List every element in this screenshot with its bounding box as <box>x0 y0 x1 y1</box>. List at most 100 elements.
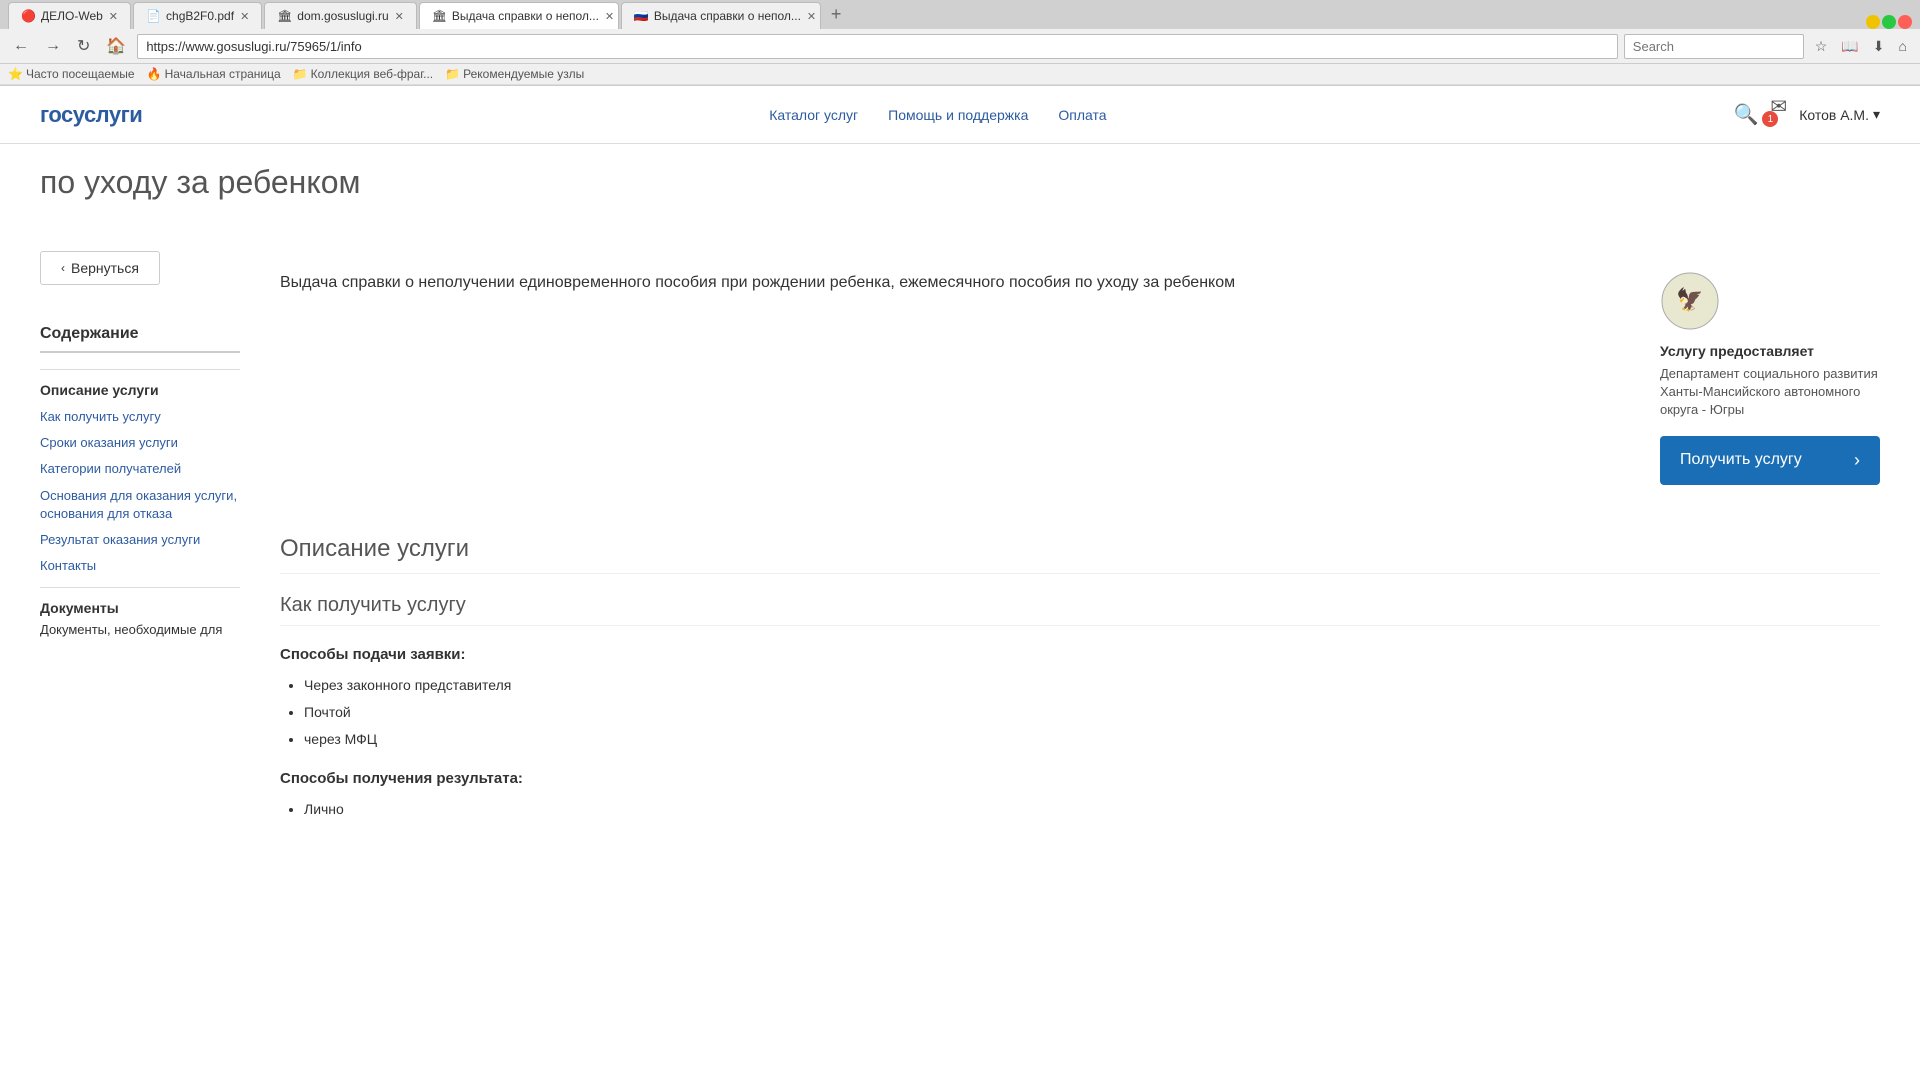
tab-close-1[interactable]: ✕ <box>109 10 118 23</box>
browser-toolbar: ← → ↻ 🏠 ☆ 📖 ⬇ ⌂ <box>0 29 1920 64</box>
svg-text:🦅: 🦅 <box>1676 286 1703 312</box>
main-content-area: Описание услуги Как получить услугу Спос… <box>280 535 1880 820</box>
bookmark-frequent[interactable]: ⭐ Часто посещаемые <box>8 67 135 81</box>
bookmark-collection-icon: 📁 <box>293 67 308 81</box>
bookmark-home[interactable]: 🔥 Начальная страница <box>147 67 281 81</box>
close-button[interactable] <box>1898 15 1912 29</box>
website: госуслуги Каталог услуг Помощь и поддерж… <box>0 86 1920 840</box>
docs-title: Документы <box>40 600 240 616</box>
site-header: госуслуги Каталог услуг Помощь и поддерж… <box>0 86 1920 144</box>
bookmark-home-icon: 🔥 <box>147 67 162 81</box>
nav-link-item: Контакты <box>40 557 240 575</box>
forward-nav-button[interactable]: → <box>40 34 66 58</box>
tab-label-1: ДЕЛО-Web <box>41 9 103 23</box>
site-nav: Каталог услуг Помощь и поддержка Оплата <box>182 107 1693 123</box>
tab-label-2: chgB2F0.pdf <box>166 9 234 23</box>
tab-favicon-5: 🇷🇺 <box>634 9 648 23</box>
left-sidebar: ‹ Вернуться Содержание Описание услуги К… <box>40 251 240 840</box>
content-nav-links: Как получить услугу Сроки оказания услуг… <box>40 408 240 575</box>
tab-close-4[interactable]: ✕ <box>605 10 614 23</box>
downloads-icon[interactable]: ⬇ <box>1868 35 1890 58</box>
get-service-button[interactable]: Получить услугу › <box>1660 436 1880 485</box>
list-item: Лично <box>304 799 1880 820</box>
content-nav-title: Содержание <box>40 325 240 353</box>
reading-list-icon[interactable]: 📖 <box>1836 35 1863 58</box>
bookmark-recommended[interactable]: 📁 Рекомендуемые узлы <box>445 67 584 81</box>
tab-close-3[interactable]: ✕ <box>395 10 404 23</box>
header-right: 🔍 ✉ 1 Котов А.М. ▾ <box>1734 94 1880 135</box>
nav-link-contacts[interactable]: Контакты <box>40 557 240 575</box>
tab-gosuslugi-ru[interactable]: 🇷🇺 Выдача справки о непол... ✕ <box>621 2 821 29</box>
user-menu-chevron-icon: ▾ <box>1873 106 1880 123</box>
window-controls <box>1866 15 1912 29</box>
tab-label-4: Выдача справки о непол... <box>452 9 599 23</box>
user-name: Котов А.М. <box>1799 107 1869 123</box>
tab-favicon-2: 📄 <box>146 9 160 23</box>
page-content: Выдача справки о неполучении единовремен… <box>280 251 1880 840</box>
nav-catalog[interactable]: Каталог услуг <box>769 107 858 123</box>
provider-name: Департамент социального развития Ханты-М… <box>1660 365 1880 420</box>
nav-link-categories[interactable]: Категории получателей <box>40 460 240 478</box>
submission-methods-list: Через законного представителя Почтой чер… <box>280 675 1880 750</box>
bookmarks-star-icon[interactable]: ☆ <box>1810 35 1833 58</box>
search-icon[interactable]: 🔍 <box>1734 102 1759 127</box>
home-button[interactable]: 🏠 <box>101 33 131 59</box>
nav-payment[interactable]: Оплата <box>1058 107 1106 123</box>
tab-label-3: dom.gosuslugi.ru <box>297 9 388 23</box>
nav-link-result[interactable]: Результат оказания услуги <box>40 531 240 549</box>
page-hero: по уходу за ребенком <box>0 144 1920 251</box>
browser-chrome: 🔴 ДЕЛО-Web ✕ 📄 chgB2F0.pdf ✕ 🏛 dom.gosus… <box>0 0 1920 86</box>
new-tab-button[interactable]: + <box>823 0 850 29</box>
notification-badge: 1 <box>1762 111 1778 127</box>
content-nav-section: Описание услуги <box>40 382 240 398</box>
back-button[interactable]: ‹ Вернуться <box>40 251 160 285</box>
nav-link-item: Основания для оказания услуги, основания… <box>40 487 240 523</box>
page-hero-title: по уходу за ребенком <box>40 164 1880 201</box>
search-bar[interactable] <box>1624 34 1804 59</box>
bookmarks-bar: ⭐ Часто посещаемые 🔥 Начальная страница … <box>0 64 1920 85</box>
browser-tabs: 🔴 ДЕЛО-Web ✕ 📄 chgB2F0.pdf ✕ 🏛 dom.gosus… <box>0 0 1920 29</box>
tab-favicon-4: 🏛 <box>432 9 446 23</box>
nav-help[interactable]: Помощь и поддержка <box>888 107 1028 123</box>
content-nav-divider2 <box>40 587 240 588</box>
list-item: через МФЦ <box>304 729 1880 750</box>
list-item: Через законного представителя <box>304 675 1880 696</box>
home-nav-icon[interactable]: ⌂ <box>1894 35 1912 58</box>
tab-label-5: Выдача справки о непол... <box>654 9 801 23</box>
content-nav: Содержание Описание услуги Как получить … <box>40 325 240 637</box>
user-menu[interactable]: Котов А.М. ▾ <box>1799 106 1880 123</box>
nav-link-item: Сроки оказания услуги <box>40 434 240 452</box>
docs-sub: Документы, необходимые для <box>40 622 240 637</box>
right-panel: 🦅 Услугу предоставляет Департамент социа… <box>1660 271 1880 485</box>
url-bar[interactable] <box>137 34 1617 59</box>
submission-methods-label: Способы подачи заявки: <box>280 646 1880 663</box>
site-logo[interactable]: госуслуги <box>40 102 142 128</box>
tab-close-2[interactable]: ✕ <box>240 10 249 23</box>
page-main: ‹ Вернуться Содержание Описание услуги К… <box>0 251 1920 840</box>
bookmark-frequent-icon: ⭐ <box>8 67 23 81</box>
tab-pdf[interactable]: 📄 chgB2F0.pdf ✕ <box>133 2 262 29</box>
how-to-title: Как получить услугу <box>280 594 1880 626</box>
bookmark-collection[interactable]: 📁 Коллекция веб-фраг... <box>293 67 433 81</box>
tab-close-5[interactable]: ✕ <box>807 10 816 23</box>
nav-link-item: Результат оказания услуги <box>40 531 240 549</box>
coat-of-arms-icon: 🦅 <box>1660 271 1720 331</box>
nav-link-how[interactable]: Как получить услугу <box>40 408 240 426</box>
tab-gosuslugi-active[interactable]: 🏛 Выдача справки о непол... ✕ <box>419 2 619 29</box>
back-nav-button[interactable]: ← <box>8 34 34 58</box>
nav-link-grounds[interactable]: Основания для оказания услуги, основания… <box>40 487 240 523</box>
tab-delo-web[interactable]: 🔴 ДЕЛО-Web ✕ <box>8 2 131 29</box>
arrow-right-icon: › <box>1854 450 1860 471</box>
result-methods-list: Лично <box>280 799 1880 820</box>
maximize-button[interactable] <box>1882 15 1896 29</box>
tab-dom[interactable]: 🏛 dom.gosuslugi.ru ✕ <box>264 2 417 29</box>
nav-link-timing[interactable]: Сроки оказания услуги <box>40 434 240 452</box>
result-methods-label: Способы получения результата: <box>280 770 1880 787</box>
tab-favicon-1: 🔴 <box>21 9 35 23</box>
service-title: Выдача справки о неполучении единовремен… <box>280 271 1630 295</box>
refresh-button[interactable]: ↻ <box>72 33 95 59</box>
notification-wrapper: ✉ 1 <box>1770 94 1787 135</box>
provider-label: Услугу предоставляет <box>1660 343 1880 359</box>
minimize-button[interactable] <box>1866 15 1880 29</box>
back-chevron-icon: ‹ <box>61 261 65 275</box>
